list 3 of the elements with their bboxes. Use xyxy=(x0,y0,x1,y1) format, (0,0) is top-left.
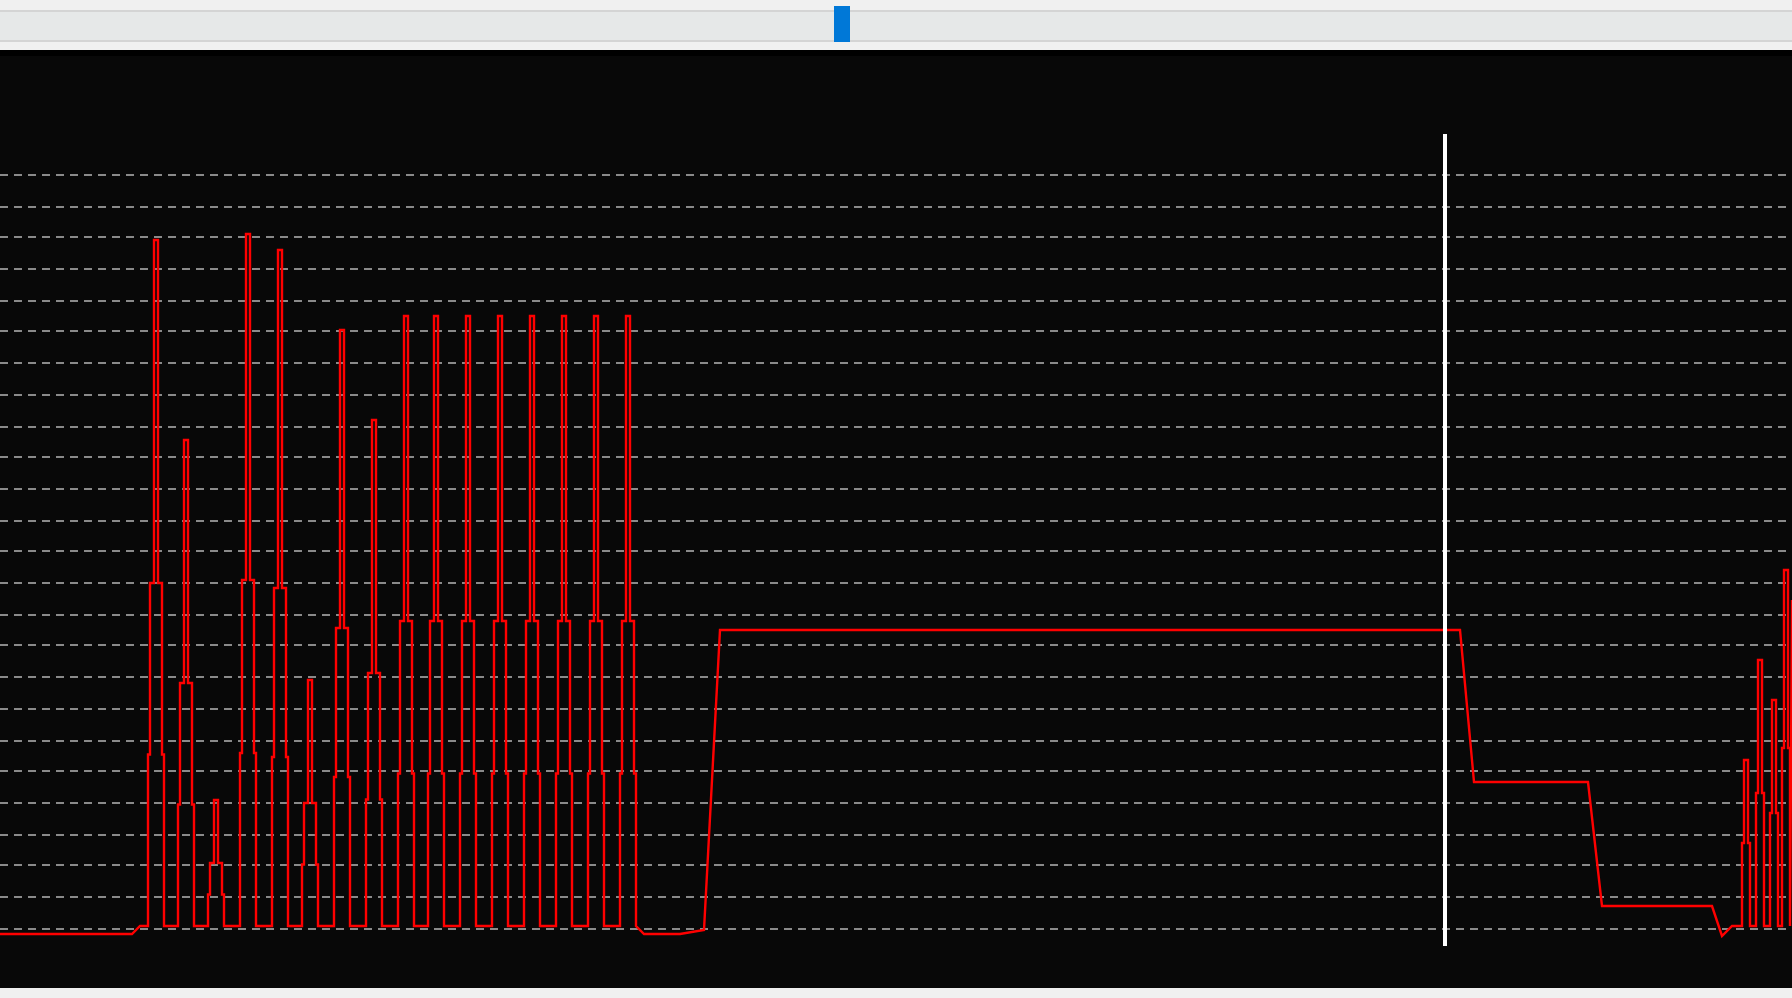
cursor-line[interactable] xyxy=(1443,134,1447,946)
scrollbar-track[interactable] xyxy=(0,9,1792,41)
scrollbar-thumb[interactable] xyxy=(834,5,850,41)
